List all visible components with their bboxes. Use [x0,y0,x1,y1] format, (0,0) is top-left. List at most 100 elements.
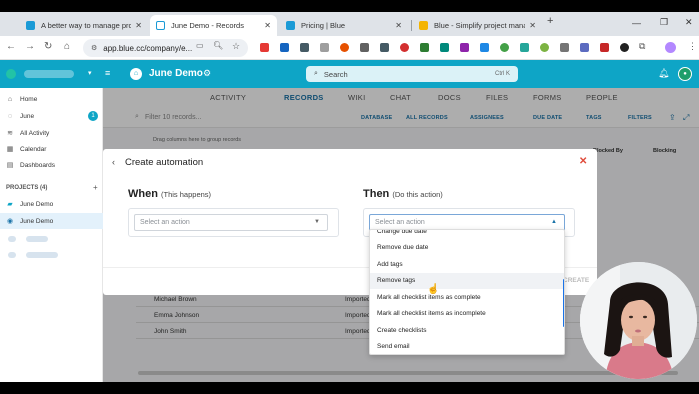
extension-icon[interactable] [380,43,389,52]
reload-icon[interactable]: ↻ [44,41,52,52]
zoom-icon[interactable]: 🔍︎ [213,41,223,50]
sidebar-item-label: June Demo [20,200,54,208]
dropdown-scrollbar[interactable] [563,279,564,327]
forward-icon[interactable]: → [25,41,35,52]
home-icon[interactable]: ⌂ [64,41,70,52]
blue-favicon-icon [26,21,35,30]
dropdown-option[interactable]: Mark all checklist items as complete [370,289,564,306]
blurred-project-label[interactable] [26,252,58,258]
company-name-blurred[interactable] [24,70,74,78]
extension-icon[interactable] [600,43,609,52]
youtube-extension-icon[interactable] [260,43,269,52]
sidebar-item-label: All Activity [20,129,50,137]
when-placeholder: Select an action [140,219,190,226]
bookmark-star-icon[interactable]: ☆ [232,41,240,52]
extensions-puzzle-icon[interactable]: ⧉ [639,41,645,52]
dropdown-option[interactable]: Mark all checklist items as incomplete [370,306,564,323]
chevron-down-icon[interactable]: ▾ [88,69,92,77]
extension-icon[interactable] [300,43,309,52]
sidebar-item-home[interactable]: ⌂ Home [0,91,103,107]
install-icon[interactable]: ▭ [196,41,204,50]
extension-icon[interactable] [520,43,529,52]
sidebar-item-all-activity[interactable]: ≋ All Activity [0,125,103,141]
blurred-project-icon [8,236,16,242]
sidebar-item-june[interactable]: ◌ June 1 [0,108,103,124]
sidebar-item-label: June [20,112,35,120]
extension-icon[interactable] [400,43,409,52]
dropdown-option[interactable]: Change due date [370,230,564,240]
action-dropdown: Change due date Remove due date Add tags… [369,229,565,355]
back-chevron-icon[interactable]: ‹ [112,157,115,167]
blue-favicon-icon [156,21,165,30]
when-trigger-box: Select an action ▼ [128,208,339,237]
extension-icon[interactable] [580,43,589,52]
extension-icon[interactable] [540,43,549,52]
mic-extension-icon[interactable] [360,43,369,52]
close-icon[interactable]: ✕ [579,156,587,167]
extension-icon[interactable] [320,43,329,52]
extension-icon[interactable] [420,43,429,52]
menu-icon[interactable]: ≡ [105,68,110,78]
browser-tab-active[interactable]: June Demo - Records ✕ [150,15,277,36]
company-logo-icon[interactable] [6,69,16,79]
dropdown-option[interactable]: Send email [370,339,564,355]
extension-icon[interactable] [480,43,489,52]
extension-icon[interactable] [440,43,449,52]
create-button[interactable]: CREATE [563,277,589,284]
browser-tab[interactable]: A better way to manage proje ✕ [20,15,148,36]
sidebar-project-june-demo[interactable]: ◉ June Demo [0,213,103,229]
close-tab-icon[interactable]: ✕ [135,21,142,30]
app-header: ▾ ≡ ⌂ June Demo ⚙ ⌕ Search Ctrl K 🔔︎ ● [0,60,699,88]
sidebar-item-label: June Demo [20,217,54,225]
then-heading: Then (Do this action) [363,188,443,200]
maximize-icon[interactable]: ❐ [660,17,668,28]
extension-icon[interactable] [560,43,569,52]
browser-tab[interactable]: Pricing | Blue ✕ [280,15,408,36]
back-icon[interactable]: ← [6,41,16,52]
projects-header: PROJECTS (4) [6,185,48,191]
extension-icon[interactable] [340,43,349,52]
calendar-icon: ▦ [6,146,14,153]
user-avatar[interactable]: ● [678,67,692,81]
bell-icon[interactable]: 🔔︎ [658,68,669,79]
gear-icon[interactable]: ⚙ [203,68,211,79]
dropdown-option[interactable]: Remove due date [370,240,564,257]
dropdown-option[interactable]: Create checklists [370,322,564,339]
search-input[interactable]: ⌕ Search Ctrl K [306,66,518,82]
dropdown-option[interactable]: Add tags [370,256,564,273]
extension-icon[interactable] [620,43,629,52]
sidebar-project-group[interactable]: ▰ June Demo [0,196,103,212]
site-settings-icon[interactable]: ⚙ [91,44,97,52]
profile-avatar-icon[interactable] [665,42,676,53]
sidebar-item-dashboards[interactable]: ▤ Dashboards [0,157,103,173]
dropdown-option-hovered[interactable]: Remove tags [370,272,564,289]
close-tab-icon[interactable]: ✕ [395,21,402,30]
minimize-icon[interactable]: — [632,18,641,28]
extension-icon[interactable] [460,43,469,52]
then-placeholder: Select an action [375,219,425,226]
when-select[interactable]: Select an action ▼ [134,214,328,231]
project-dot-icon: ◉ [6,218,14,225]
dashboard-icon: ▤ [6,162,14,169]
tab-divider [411,20,412,31]
blurred-project-icon [8,252,16,258]
add-project-icon[interactable]: + [93,183,98,192]
when-sub: (This happens) [161,190,212,199]
close-tab-icon[interactable]: ✕ [529,21,536,30]
extension-icon[interactable] [280,43,289,52]
new-tab-button[interactable]: + [547,15,553,27]
when-label: When [128,188,158,200]
tab-title: Blue - Simplify project manage [434,21,526,30]
browser-tab-bar: A better way to manage proje ✕ June Demo… [0,12,699,36]
sidebar-item-calendar[interactable]: ▦ Calendar [0,141,103,157]
extension-icon[interactable] [500,43,509,52]
close-tab-icon[interactable]: ✕ [264,21,271,30]
url-field[interactable]: ⚙ app.blue.cc/company/e... [83,39,248,57]
browser-tab[interactable]: Blue - Simplify project manage ✕ [413,15,542,36]
more-menu-icon[interactable]: ⋮ [688,41,697,52]
project-title: June Demo [149,68,203,79]
close-window-icon[interactable]: ✕ [685,17,693,28]
chevron-up-icon: ▲ [551,219,557,225]
check-circle-icon: ◌ [7,112,13,120]
blurred-project-label[interactable] [26,236,48,242]
